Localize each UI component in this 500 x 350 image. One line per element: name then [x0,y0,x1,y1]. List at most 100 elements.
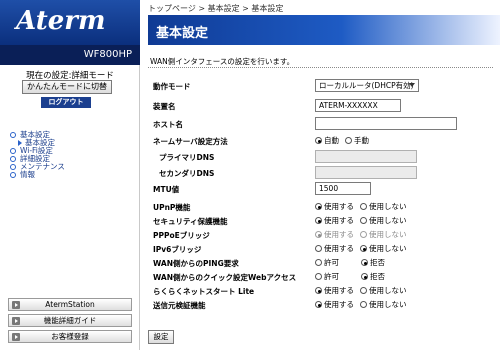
wan-ping-allow-option[interactable]: 許可 [315,257,339,268]
row-source-check: 送信元検証機能 使用する 使用しない [153,298,498,312]
option-label: 使用しない [369,244,407,253]
function-guide-button[interactable]: 機能詳細ガイド [8,314,132,327]
dns-manual-option[interactable]: 手動 [345,135,369,146]
row-pppoe-bridge: PPPoEブリッジ 使用する 使用しない [153,228,498,242]
wan-ping-label: WAN側からのPING要求 [153,259,239,268]
submit-button[interactable]: 設定 [148,330,174,344]
operation-mode-select[interactable]: ローカルルータ(DHCP有効) [315,79,419,92]
customer-registration-button[interactable]: お客様登録 [8,330,132,343]
row-device-name: 装置名 ATERM-XXXXXX [153,99,498,113]
primary-dns-input[interactable] [315,150,417,163]
row-wan-quick-web: WAN側からのクイック設定Webアクセス 許可 拒否 [153,270,498,284]
pppoe-nouse-option[interactable]: 使用しない [360,229,407,240]
source-check-use-option[interactable]: 使用する [315,299,354,310]
option-label: 使用する [324,230,354,239]
row-operation-mode: 動作モード ローカルルータ(DHCP有効) [153,79,498,93]
radio-unselected-icon[interactable] [360,217,367,224]
nav-item-info[interactable]: 情報 [10,171,65,179]
option-label: 使用する [324,202,354,211]
nav-bullet-icon [10,156,16,162]
radio-unselected-icon[interactable] [315,259,322,266]
dns-auto-option[interactable]: 自動 [315,135,339,146]
primary-dns-label: プライマリDNS [159,153,215,162]
radio-unselected-icon[interactable] [345,137,352,144]
row-primary-dns: プライマリDNS [153,150,498,164]
device-name-input[interactable]: ATERM-XXXXXX [315,99,401,112]
nav-label: 情報 [20,170,35,179]
secondary-dns-label: セカンダリDNS [159,169,215,178]
radio-unselected-icon[interactable] [360,203,367,210]
atermstation-button[interactable]: AtermStation [8,298,132,311]
option-label: 使用しない [369,216,407,225]
ipv6-nouse-option[interactable]: 使用しない [360,243,407,254]
radio-selected-icon[interactable] [315,217,322,224]
model-name: WF800HP [0,45,140,65]
option-label: 使用しない [369,230,407,239]
pppoe-use-option[interactable]: 使用する [315,229,354,240]
option-label: 手動 [354,136,369,145]
radio-unselected-icon[interactable] [315,273,322,280]
upnp-label: UPnP機能 [153,203,191,212]
rakuraku-nouse-option[interactable]: 使用しない [360,285,407,296]
radio-selected-icon[interactable] [361,259,368,266]
dns-method-radio-group: 自動 手動 [315,134,375,147]
security-label: セキュリティ保護機能 [153,217,228,226]
host-name-input[interactable] [315,117,457,130]
breadcrumb[interactable]: トップページ > 基本設定 > 基本設定 [148,3,283,14]
divider [148,67,493,68]
row-dns-method: ネームサーバ設定方法 自動 手動 [153,134,498,148]
logo-header: Aterm [0,0,140,45]
radio-selected-icon[interactable] [315,203,322,210]
radio-unselected-icon[interactable] [360,231,367,238]
rakuraku-net-radio-group: 使用する 使用しない [315,284,413,297]
wan-quick-web-allow-option[interactable]: 許可 [315,271,339,282]
option-label: 許可 [324,258,339,267]
logout-button[interactable]: ログアウト [41,97,91,108]
radio-selected-icon[interactable] [361,273,368,280]
radio-selected-icon[interactable] [315,301,322,308]
radio-unselected-icon[interactable] [360,287,367,294]
sidebar-nav: 基本設定 基本設定 Wi-Fi設定 詳細設定 メンテナンス 情報 [10,131,65,179]
nav-bullet-icon [10,132,16,138]
upnp-nouse-option[interactable]: 使用しない [360,201,407,212]
nav-item-maintenance[interactable]: メンテナンス [10,163,65,171]
operation-mode-value: ローカルルータ(DHCP有効) [319,81,414,90]
button-label: お客様登録 [51,332,89,341]
wan-quick-web-deny-option[interactable]: 拒否 [361,271,385,282]
wan-ping-deny-option[interactable]: 拒否 [361,257,385,268]
row-upnp: UPnP機能 使用する 使用しない [153,200,498,214]
easy-mode-button[interactable]: かんたんモードに切替 [22,80,112,94]
security-use-option[interactable]: 使用する [315,215,354,226]
source-check-nouse-option[interactable]: 使用しない [360,299,407,310]
radio-selected-icon[interactable] [315,231,322,238]
button-label: 機能詳細ガイド [43,316,97,325]
radio-selected-icon[interactable] [315,137,322,144]
mtu-input[interactable]: 1500 [315,182,371,195]
nav-bullet-icon [10,172,16,178]
ipv6-use-option[interactable]: 使用する [315,243,354,254]
upnp-use-option[interactable]: 使用する [315,201,354,212]
radio-selected-icon[interactable] [315,287,322,294]
radio-unselected-icon[interactable] [360,301,367,308]
sidebar: Aterm WF800HP 現在の設定:詳細モード かんたんモードに切替 ログア… [0,0,140,350]
nav-bullet-icon [10,164,16,170]
radio-unselected-icon[interactable] [315,245,322,252]
operation-mode-label: 動作モード [153,82,191,91]
radio-selected-icon[interactable] [360,245,367,252]
row-host-name: ホスト名 [153,117,498,131]
source-check-radio-group: 使用する 使用しない [315,298,413,311]
option-label: 自動 [324,136,339,145]
row-security: セキュリティ保護機能 使用する 使用しない [153,214,498,228]
secondary-dns-input[interactable] [315,166,417,179]
option-label: 使用しない [369,202,407,211]
option-label: 使用しない [369,300,407,309]
wan-quick-web-radio-group: 許可 拒否 [315,270,391,283]
page-title-bar: 基本設定 [148,15,500,45]
host-name-label: ホスト名 [153,120,183,129]
nav-bullet-icon [10,148,16,154]
security-radio-group: 使用する 使用しない [315,214,413,227]
option-label: 使用する [324,216,354,225]
security-nouse-option[interactable]: 使用しない [360,215,407,226]
arrow-right-icon [12,301,20,309]
rakuraku-use-option[interactable]: 使用する [315,285,354,296]
